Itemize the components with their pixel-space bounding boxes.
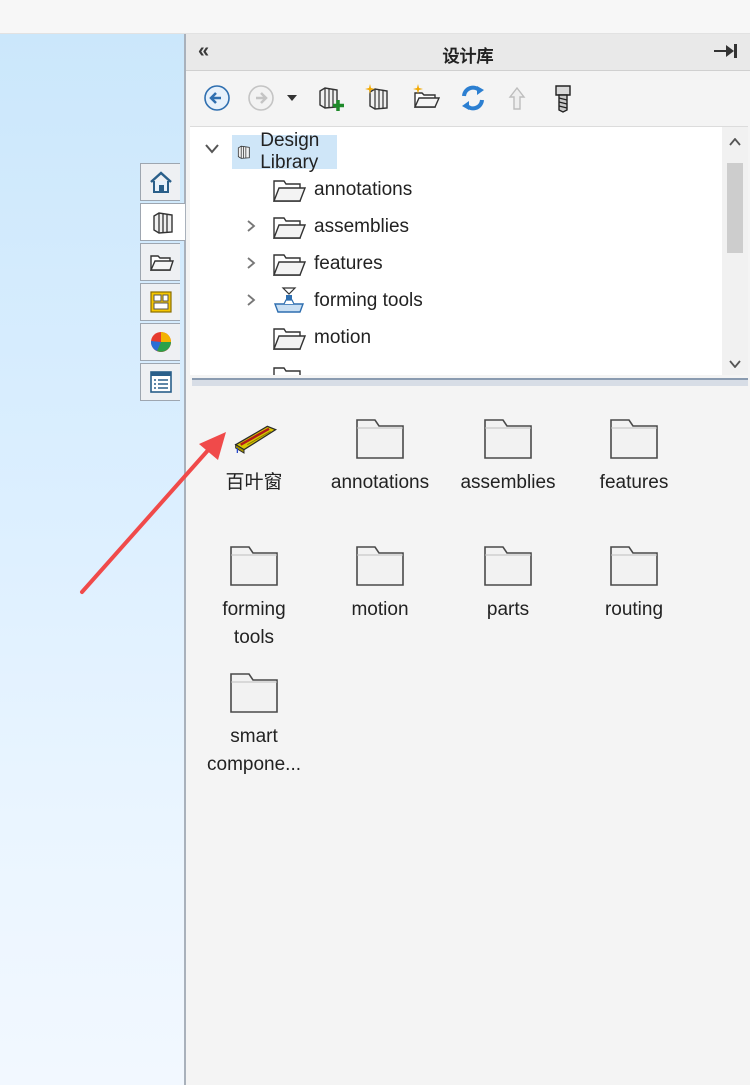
annotation-arrow	[80, 432, 226, 594]
